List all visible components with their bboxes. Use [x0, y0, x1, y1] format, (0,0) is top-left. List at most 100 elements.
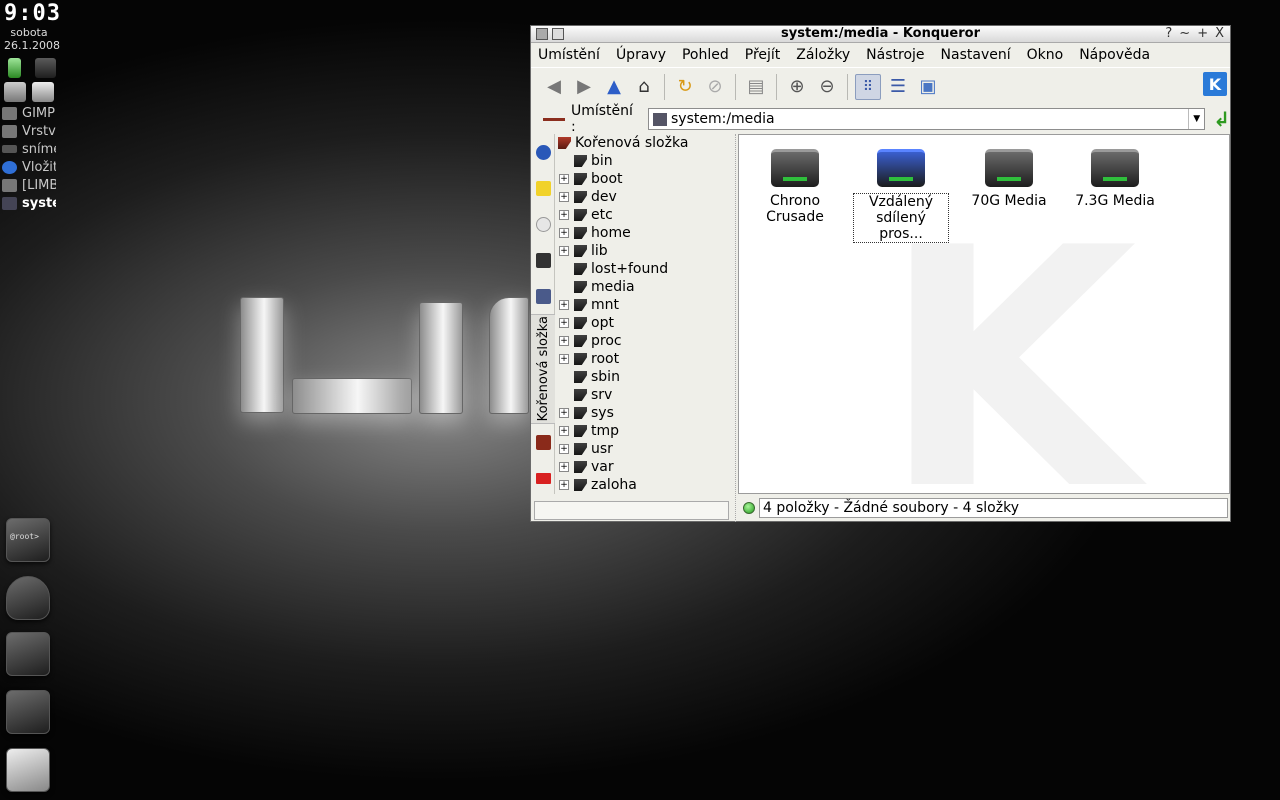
reload-icon[interactable]: ↻: [672, 74, 698, 100]
tree-item-proc[interactable]: + proc: [556, 332, 734, 350]
screenshot-tray-icon[interactable]: [32, 82, 54, 102]
tree-root[interactable]: Kořenová složka: [556, 134, 734, 152]
expand-plus-icon[interactable]: +: [559, 228, 569, 238]
task-snimek[interactable]: snímek: [2, 140, 56, 158]
list-view-icon[interactable]: ☰: [885, 74, 911, 100]
forward-arrow-icon[interactable]: ▶: [571, 74, 597, 100]
tree-item-sys[interactable]: + sys: [556, 404, 734, 422]
expand-plus-icon[interactable]: +: [559, 408, 569, 418]
file-view[interactable]: K Chrono Crusade Vzdálený sdílený pros..…: [738, 134, 1230, 494]
wallpaper-shape: [240, 297, 284, 413]
tree-item-sbin[interactable]: sbin: [556, 368, 734, 386]
expand-plus-icon[interactable]: +: [559, 354, 569, 364]
sidebar-tab-flag[interactable]: [531, 460, 555, 496]
title-bar[interactable]: system:/media - Konqueror ? ~ + X: [531, 26, 1230, 43]
folder-icon: [574, 227, 587, 239]
expand-plus-icon[interactable]: +: [559, 300, 569, 310]
icon-view-icon[interactable]: ⠿: [855, 73, 881, 100]
menu-settings[interactable]: Nastavení: [941, 47, 1011, 63]
zoom-out-icon[interactable]: ⊖: [814, 74, 840, 100]
expand-plus-icon[interactable]: +: [559, 426, 569, 436]
file-item-network-share[interactable]: Vzdálený sdílený pros...: [853, 149, 949, 243]
help-button[interactable]: ?: [1165, 26, 1172, 42]
menu-tools[interactable]: Nástroje: [866, 47, 924, 63]
tree-item-media[interactable]: media: [556, 278, 734, 296]
task-gimp[interactable]: GIMP: [2, 104, 56, 122]
expand-plus-icon[interactable]: +: [559, 480, 569, 490]
tree-item-etc[interactable]: + etc: [556, 206, 734, 224]
terminal-icon[interactable]: @root>: [6, 518, 50, 562]
tree-item-bin[interactable]: bin: [556, 152, 734, 170]
tree-item-lib[interactable]: + lib: [556, 242, 734, 260]
network-icon[interactable]: [35, 58, 56, 78]
folder-icon: [574, 191, 587, 203]
sidebar-tab-home[interactable]: [531, 242, 555, 278]
tree-item-var[interactable]: + var: [556, 458, 734, 476]
tree-item-home[interactable]: + home: [556, 224, 734, 242]
location-dropdown-icon[interactable]: ▼: [1188, 109, 1204, 129]
kde-menu-icon[interactable]: [6, 748, 50, 792]
sidebar-tab-media[interactable]: [531, 278, 555, 314]
gimp-icon: [2, 106, 17, 120]
stop-icon[interactable]: ⊘: [702, 74, 728, 100]
expand-plus-icon[interactable]: +: [559, 318, 569, 328]
print-icon[interactable]: ▤: [743, 74, 769, 100]
folder-icon: [574, 443, 587, 455]
expand-plus-icon[interactable]: +: [559, 462, 569, 472]
tree-item-usr[interactable]: + usr: [556, 440, 734, 458]
sidebar-tab-bookmarks[interactable]: [531, 170, 555, 206]
tree-item-opt[interactable]: + opt: [556, 314, 734, 332]
clear-location-icon[interactable]: [543, 117, 565, 121]
trash-icon[interactable]: [6, 576, 50, 620]
expand-plus-icon[interactable]: +: [559, 246, 569, 256]
expand-plus-icon[interactable]: +: [559, 336, 569, 346]
sidebar-tab-history[interactable]: [531, 206, 555, 242]
go-enter-icon[interactable]: ↲: [1213, 107, 1230, 131]
file-item-7-3g-media[interactable]: 7.3G Media: [1067, 149, 1163, 209]
expand-plus-icon[interactable]: +: [559, 210, 569, 220]
task-vrstvy[interactable]: Vrstvy: [2, 122, 56, 140]
zoom-in-icon[interactable]: ⊕: [784, 74, 810, 100]
tree-item-boot[interactable]: + boot: [556, 170, 734, 188]
tree-item-tmp[interactable]: + tmp: [556, 422, 734, 440]
task-vlozit[interactable]: Vložit: [2, 158, 56, 176]
folder-icon: [574, 353, 587, 365]
battery-icon[interactable]: [8, 58, 22, 78]
maximize-button[interactable]: +: [1197, 26, 1208, 42]
tree-item-mnt[interactable]: + mnt: [556, 296, 734, 314]
home-icon[interactable]: ⌂: [631, 74, 657, 100]
location-input[interactable]: system:/media ▼: [647, 108, 1206, 130]
menu-bookmarks[interactable]: Záložky: [796, 47, 850, 63]
expand-plus-icon[interactable]: +: [559, 444, 569, 454]
file-item-chrono-crusade[interactable]: Chrono Crusade: [747, 149, 843, 225]
gimp-tray-icon[interactable]: [4, 82, 26, 102]
tree-item-label: bin: [591, 153, 613, 169]
menu-edit[interactable]: Úpravy: [616, 47, 666, 63]
sidebar-tab-root-icon[interactable]: [531, 424, 555, 460]
up-cone-icon[interactable]: ▲: [601, 74, 627, 100]
back-arrow-icon[interactable]: ◀: [541, 74, 567, 100]
menu-location[interactable]: Umístění: [538, 47, 600, 63]
task-konqueror[interactable]: system:/media: [2, 194, 56, 212]
tree-item-root[interactable]: + root: [556, 350, 734, 368]
preview-icon[interactable]: ▣: [915, 74, 941, 100]
tree-item-dev[interactable]: + dev: [556, 188, 734, 206]
expand-plus-icon[interactable]: +: [559, 192, 569, 202]
tree-item-zaloha[interactable]: + zaloha: [556, 476, 734, 494]
tree-item-label: media: [591, 279, 635, 295]
settings-icon[interactable]: [6, 690, 50, 734]
menu-window[interactable]: Okno: [1027, 47, 1064, 63]
task-limbo[interactable]: [LIMBO]: [2, 176, 56, 194]
file-item-70g-media[interactable]: 70G Media: [961, 149, 1057, 209]
sidebar-tab-network[interactable]: [531, 134, 555, 170]
menu-help[interactable]: Nápověda: [1079, 47, 1150, 63]
tree-item-srv[interactable]: srv: [556, 386, 734, 404]
tree-item-lost-found[interactable]: lost+found: [556, 260, 734, 278]
expand-plus-icon[interactable]: +: [559, 174, 569, 184]
sidebar-tab-root-folder[interactable]: Kořenová složka: [531, 314, 555, 424]
minimize-button[interactable]: ~: [1179, 26, 1190, 42]
home-icon[interactable]: [6, 632, 50, 676]
close-button[interactable]: X: [1215, 26, 1224, 42]
menu-view[interactable]: Pohled: [682, 47, 729, 63]
menu-go[interactable]: Přejít: [745, 47, 781, 63]
